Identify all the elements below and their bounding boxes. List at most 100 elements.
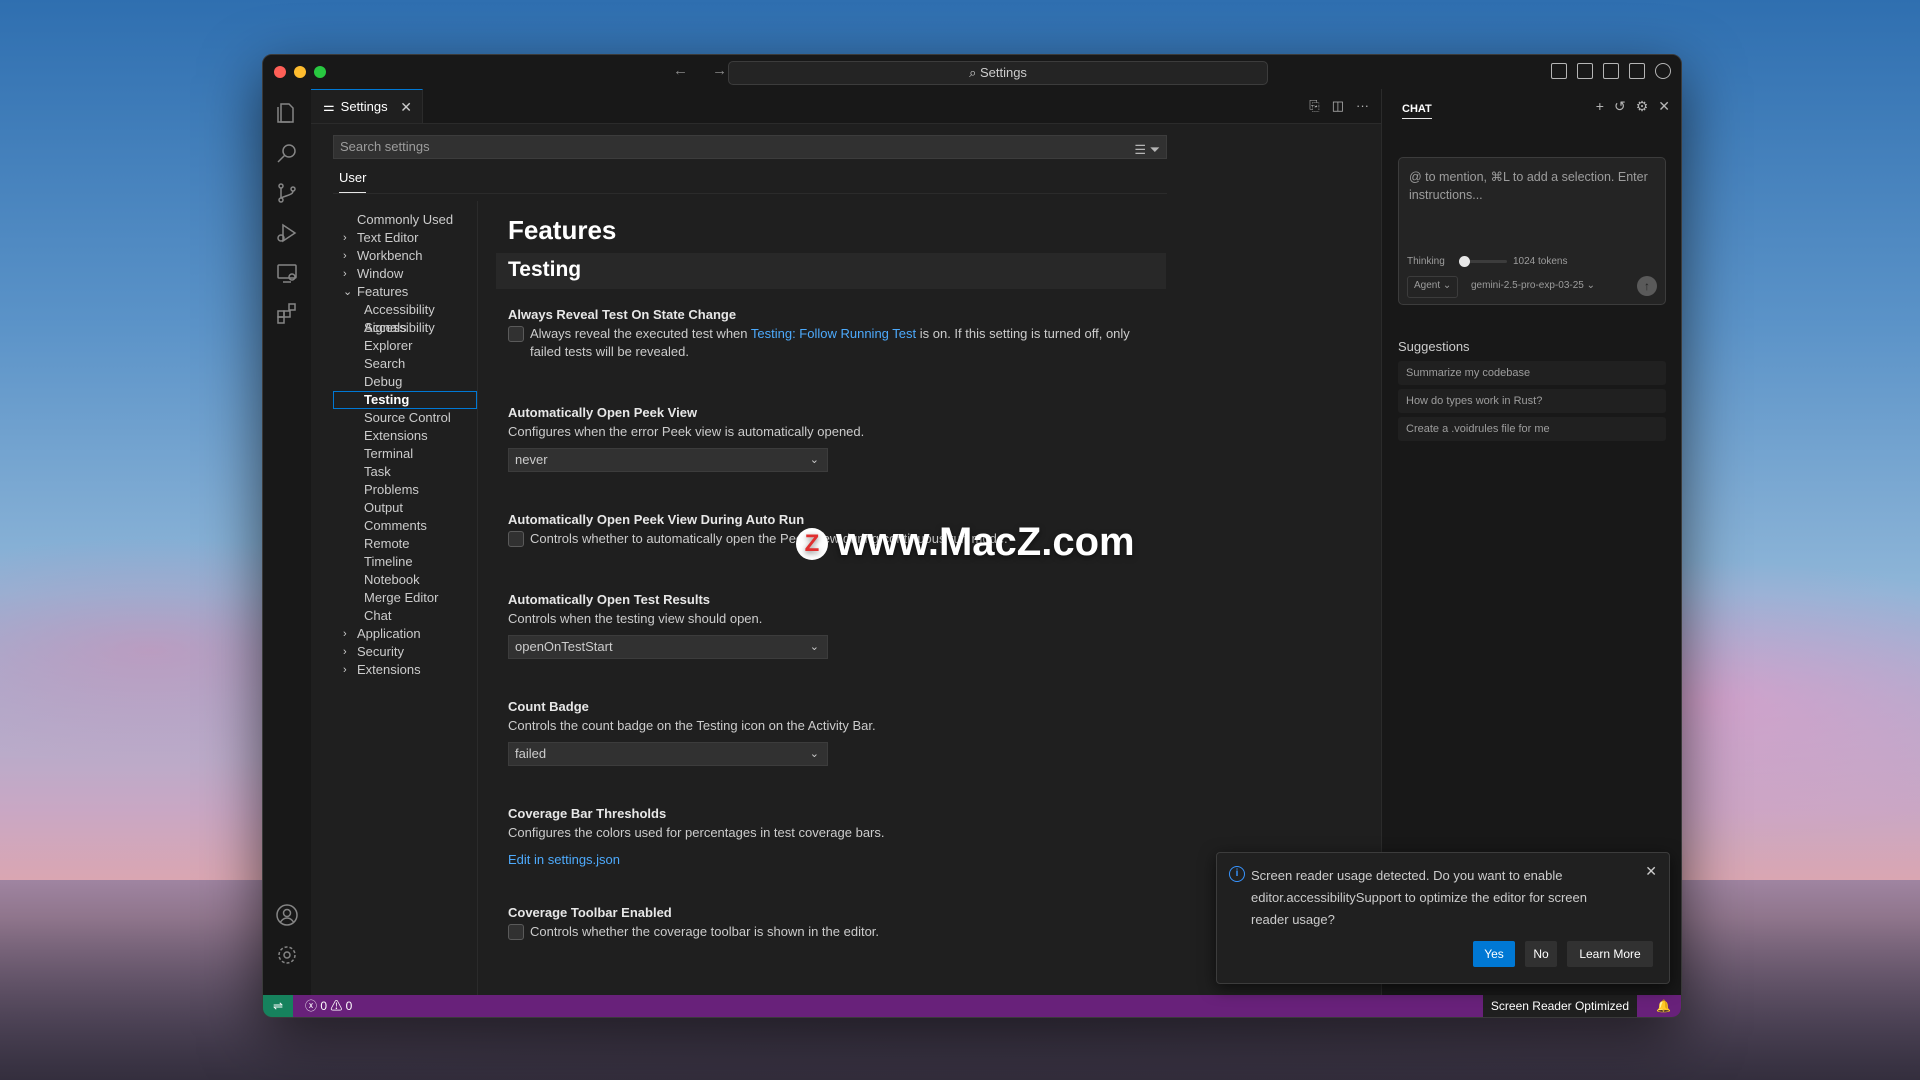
setting-link[interactable]: Testing: Follow Running Test xyxy=(751,326,916,341)
toc-label: Merge Editor xyxy=(364,590,439,605)
setting-title: Coverage Toolbar Enabled xyxy=(508,905,672,920)
suggestion-item[interactable]: Create a .voidrules file for me xyxy=(1398,417,1666,441)
layout-controls xyxy=(1551,63,1671,79)
watermark-text: www.MacZ.com xyxy=(836,520,1135,564)
toc-item[interactable]: Merge Editor xyxy=(333,589,477,607)
run-debug-icon[interactable] xyxy=(275,221,299,245)
extensions-icon[interactable] xyxy=(275,301,299,325)
suggestion-item[interactable]: How do types work in Rust? xyxy=(1398,389,1666,413)
toc-item[interactable]: ⌄ Features xyxy=(333,283,477,301)
toc-item[interactable]: Comments xyxy=(333,517,477,535)
tab-settings[interactable]: ⚌ Settings ✕ xyxy=(311,89,423,123)
maximize-window-button[interactable] xyxy=(314,66,326,78)
screen-reader-indicator[interactable]: Screen Reader Optimized xyxy=(1482,995,1637,1017)
toc-item[interactable]: Notebook xyxy=(333,571,477,589)
chevron-right-icon: › xyxy=(343,664,347,676)
split-editor-icon[interactable]: ◫ xyxy=(1332,98,1344,114)
chat-input[interactable]: @ to mention, ⌘L to add a selection. Ent… xyxy=(1398,157,1666,305)
open-peek-select[interactable]: never ⌄ xyxy=(508,448,828,472)
toc-item[interactable]: › Application xyxy=(333,625,477,643)
toc-item[interactable]: Task xyxy=(333,463,477,481)
toc-item[interactable]: Timeline xyxy=(333,553,477,571)
toc-item[interactable]: Search xyxy=(333,355,477,373)
yes-button[interactable]: Yes xyxy=(1473,941,1515,967)
suggestion-item[interactable]: Summarize my codebase xyxy=(1398,361,1666,385)
notification-message: Screen reader usage detected. Do you wan… xyxy=(1251,868,1588,927)
toc-item[interactable]: Explorer xyxy=(333,337,477,355)
close-tab-icon[interactable]: ✕ xyxy=(400,90,412,124)
problems-indicator[interactable]: ⓧ 0 ⚠ 0 xyxy=(305,995,352,1017)
accounts-icon[interactable] xyxy=(275,903,299,927)
open-results-select[interactable]: openOnTestStart ⌄ xyxy=(508,635,828,659)
toc-label: Output xyxy=(364,500,404,515)
scope-divider xyxy=(333,193,1167,194)
close-window-button[interactable] xyxy=(274,66,286,78)
watermark: Zwww.MacZ.com xyxy=(796,520,1135,565)
count-badge-select[interactable]: failed ⌄ xyxy=(508,742,828,766)
source-control-icon[interactable] xyxy=(275,181,299,205)
learn-more-button[interactable]: Learn More xyxy=(1567,941,1653,967)
thinking-slider[interactable] xyxy=(1459,256,1507,267)
slider-knob[interactable] xyxy=(1459,256,1470,267)
chat-settings-icon[interactable]: ⚙ xyxy=(1636,98,1649,115)
toc-item-selected[interactable]: Testing xyxy=(333,391,477,409)
toc-item[interactable]: Source Control xyxy=(333,409,477,427)
always-reveal-checkbox[interactable] xyxy=(508,326,524,342)
toc-item[interactable]: Problems xyxy=(333,481,477,499)
mode-select[interactable]: Agent ⌄ xyxy=(1407,276,1459,298)
toc-item[interactable]: › Security xyxy=(333,643,477,661)
search-placeholder: Search settings xyxy=(340,139,430,154)
toc-label: Notebook xyxy=(364,572,420,587)
minimize-window-button[interactable] xyxy=(294,66,306,78)
toc-item[interactable]: Output xyxy=(333,499,477,517)
toggle-panel-icon[interactable] xyxy=(1603,63,1619,79)
no-button[interactable]: No xyxy=(1525,941,1557,967)
toc-label: Extensions xyxy=(357,662,421,677)
toc-label: Timeline xyxy=(364,554,413,569)
send-button[interactable]: ↑ xyxy=(1637,276,1657,296)
settings-search-input[interactable]: Search settings ☰ ⏷ xyxy=(333,135,1167,159)
notifications-bell-icon[interactable]: 🔔 xyxy=(1656,995,1671,1017)
toc-item[interactable]: Chat xyxy=(333,607,477,625)
setting-title: Automatically Open Peek View xyxy=(508,405,698,420)
chevron-right-icon: › xyxy=(343,250,347,262)
tab-user[interactable]: User xyxy=(339,170,367,193)
setting-title: Always Reveal Test On State Change xyxy=(508,307,737,322)
toggle-secondary-sidebar-icon[interactable] xyxy=(1629,63,1645,79)
toc-item[interactable]: › Workbench xyxy=(333,247,477,265)
open-settings-json-icon[interactable]: ⎘ xyxy=(1309,98,1319,114)
chevron-down-icon: ⌄ xyxy=(343,286,353,298)
close-chat-icon[interactable]: ✕ xyxy=(1658,98,1670,115)
model-select[interactable]: gemini-2.5-pro-exp-03-25 ⌄ xyxy=(1471,276,1595,296)
explorer-icon[interactable] xyxy=(275,101,299,125)
toc-label: Terminal xyxy=(364,446,414,461)
search-icon[interactable] xyxy=(275,141,299,165)
remote-explorer-icon[interactable] xyxy=(275,261,299,285)
toggle-sidebar-icon[interactable] xyxy=(1577,63,1593,79)
toc-item[interactable]: Terminal xyxy=(333,445,477,463)
toc-item[interactable]: Remote xyxy=(333,535,477,553)
settings-gear-icon[interactable] xyxy=(1655,63,1671,79)
toc-item[interactable]: › Extensions xyxy=(333,661,477,679)
titlebar: ← → ⌕ Settings xyxy=(263,55,1681,90)
chat-title[interactable]: CHAT xyxy=(1402,103,1432,119)
customize-layout-icon[interactable] xyxy=(1551,63,1567,79)
toc-item[interactable]: Accessibility xyxy=(333,319,477,337)
close-icon[interactable]: ✕ xyxy=(1645,863,1657,880)
filter-icon[interactable]: ☰ ⏷ xyxy=(1134,139,1160,161)
remote-indicator[interactable]: ⇌ xyxy=(263,995,293,1017)
open-peek-autorun-checkbox[interactable] xyxy=(508,531,524,547)
command-center[interactable]: ⌕ Settings xyxy=(728,61,1268,85)
toc-item[interactable]: Extensions xyxy=(333,427,477,445)
history-icon[interactable]: ↺ xyxy=(1614,98,1626,115)
toc-item[interactable]: › Window xyxy=(333,265,477,283)
toc-item[interactable]: › Text Editor xyxy=(333,229,477,247)
edit-settings-json-link[interactable]: Edit in settings.json xyxy=(508,851,620,869)
new-chat-icon[interactable]: + xyxy=(1596,98,1604,115)
toc-item[interactable]: Debug xyxy=(333,373,477,391)
toc-item[interactable]: Accessibility Signals xyxy=(333,301,477,335)
toc-item[interactable]: Commonly Used xyxy=(333,211,477,229)
manage-gear-icon[interactable] xyxy=(275,943,299,967)
coverage-toolbar-checkbox[interactable] xyxy=(508,924,524,940)
more-actions-icon[interactable]: ··· xyxy=(1356,98,1369,114)
